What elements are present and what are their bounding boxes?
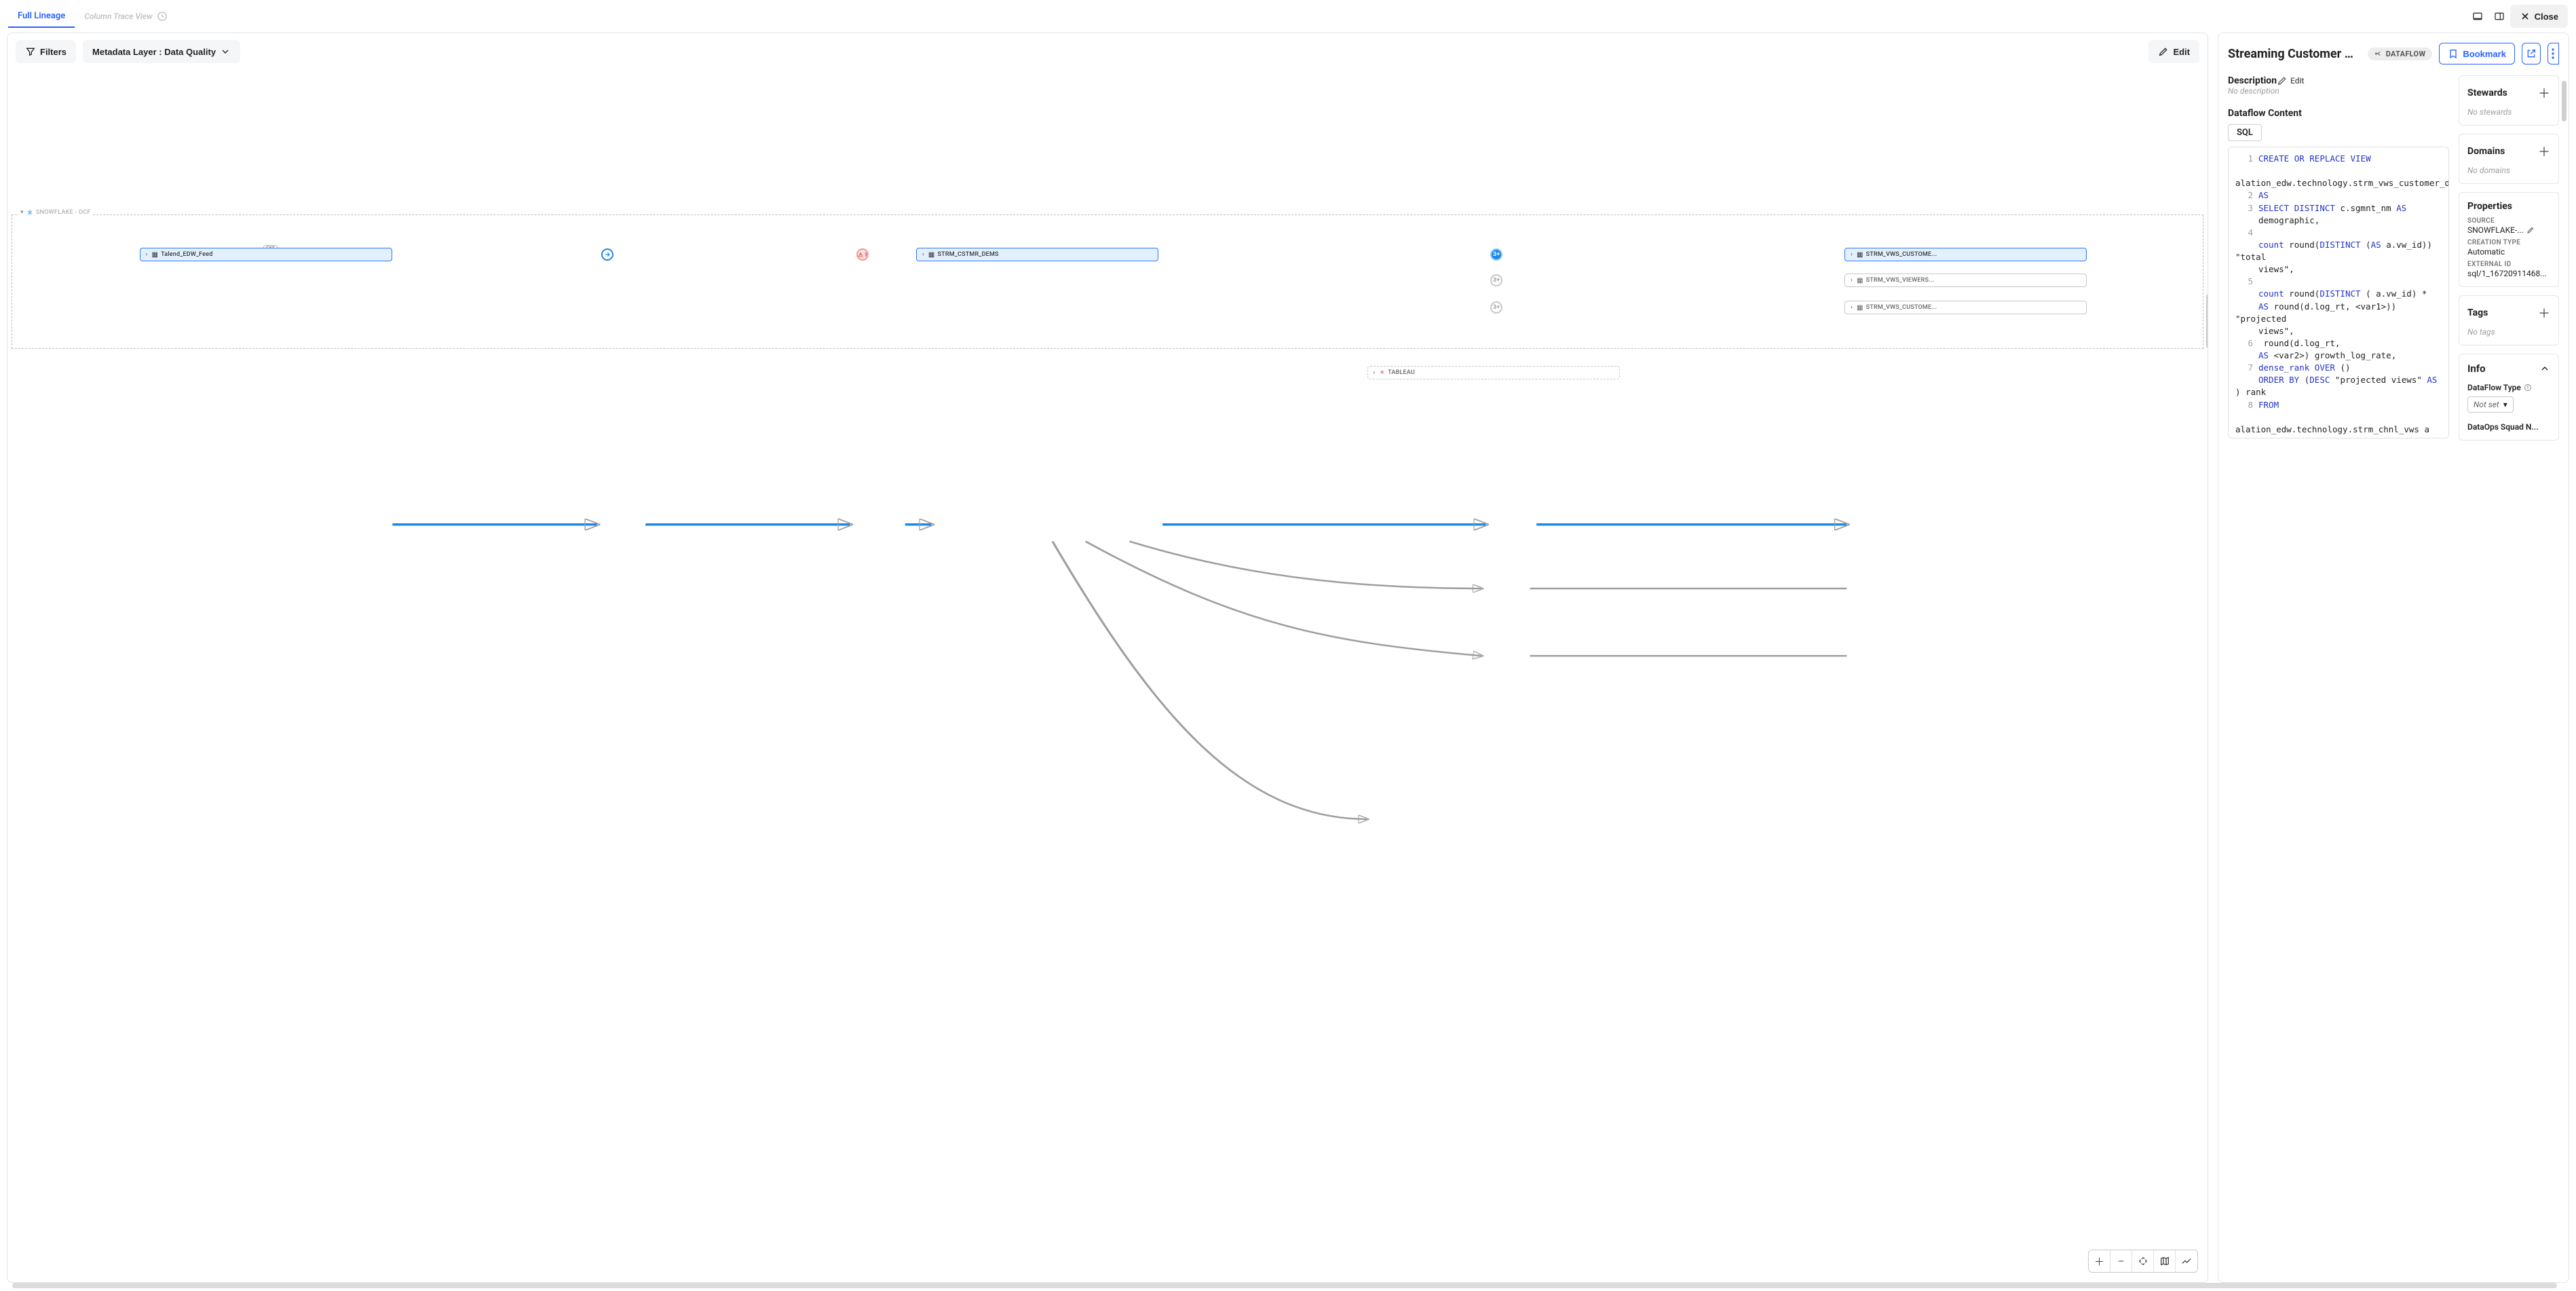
dataflow-content-title: Dataflow Content — [2228, 108, 2449, 119]
tab-full-lineage[interactable]: Full Lineage — [8, 5, 75, 28]
info-icon — [2524, 383, 2532, 392]
info-card: Info DataFlow Type Not set ▾ DataOp — [2459, 354, 2559, 441]
properties-creation-value: Automatic — [2467, 247, 2550, 257]
dataflow-type-dropdown[interactable]: Not set ▾ — [2467, 396, 2514, 413]
close-button-label: Close — [2535, 12, 2558, 22]
trend-button[interactable] — [2176, 1250, 2197, 1272]
properties-source-label: SOURCE — [2467, 217, 2550, 225]
canvas-footer-toolbar: ＋ − — [2088, 1250, 2198, 1273]
node-vws-custome-2[interactable]: ›▦STRM_VWS_CUSTOME... — [1844, 301, 2087, 314]
clock-icon — [157, 11, 168, 22]
op-3plus-grey-2[interactable]: 3+ — [1490, 301, 1502, 314]
group-snowflake-label: SNOWFLAKE - OCF — [36, 209, 91, 216]
side-scroll-thumb[interactable] — [2562, 81, 2566, 121]
layout-icon-2[interactable] — [2488, 5, 2510, 27]
side-title: Streaming Customer Repo... — [2228, 47, 2361, 61]
bookmark-icon — [2448, 48, 2459, 59]
bottom-scrollbar[interactable] — [12, 1283, 2557, 1288]
domains-card: Domains ＋ No domains — [2459, 134, 2559, 184]
info-title: Info — [2467, 362, 2486, 375]
properties-creation-label: CREATION TYPE — [2467, 239, 2550, 246]
minimap-button[interactable] — [2154, 1250, 2176, 1272]
snowflake-icon — [26, 209, 33, 216]
properties-card: Properties SOURCE SNOWFLAKE-... CREATION… — [2459, 192, 2559, 287]
close-button[interactable]: Close — [2510, 5, 2568, 28]
properties-external-value: sql/1_16720911468... — [2467, 269, 2550, 278]
tab-column-trace-label: Column Trace View — [84, 12, 152, 21]
zoom-fit-button[interactable] — [2132, 1250, 2154, 1272]
info-dataflow-type-label: DataFlow Type — [2467, 383, 2521, 392]
pencil-icon — [2158, 46, 2169, 57]
lineage-canvas[interactable]: Filters Metadata Layer : Data Quality Ed… — [7, 33, 2208, 1283]
close-icon — [2520, 11, 2531, 22]
node-strm-cstmr[interactable]: ›▦STRM_CSTMR_DEMS — [916, 248, 1158, 261]
caret-down-icon: ▾ — [2503, 400, 2507, 409]
filters-button[interactable]: Filters — [16, 40, 76, 63]
op-3plus-grey-1[interactable]: 3+ — [1490, 274, 1502, 286]
tags-add[interactable]: ＋ — [2538, 304, 2550, 322]
stewards-card: Stewards ＋ No stewards — [2459, 75, 2559, 126]
pane-resize-thumb[interactable] — [2206, 294, 2208, 348]
edit-label: Edit — [2173, 47, 2190, 57]
node-tableau[interactable]: ›✶TABLEAU — [1367, 366, 1621, 379]
bookmark-label: Bookmark — [2463, 49, 2506, 59]
expander-caret-icon[interactable]: ▾ — [20, 209, 24, 216]
tags-title: Tags — [2467, 307, 2488, 318]
filter-icon — [25, 46, 36, 57]
stewards-add[interactable]: ＋ — [2538, 84, 2550, 102]
zoom-in-button[interactable]: ＋ — [2089, 1250, 2110, 1272]
node-vws-custome[interactable]: ›▦STRM_VWS_CUSTOME... — [1844, 248, 2087, 261]
chevron-down-icon — [220, 46, 231, 57]
more-actions-button[interactable] — [2547, 43, 2559, 64]
tab-column-trace[interactable]: Column Trace View — [75, 5, 176, 27]
dataflow-chip: DATAFLOW — [2368, 48, 2433, 60]
edit-canvas-button[interactable]: Edit — [2148, 40, 2199, 63]
sql-tab[interactable]: SQL — [2228, 124, 2262, 141]
stewards-placeholder: No stewards — [2467, 107, 2550, 117]
description-placeholder: No description — [2228, 86, 2449, 96]
tags-card: Tags ＋ No tags — [2459, 295, 2559, 345]
properties-title: Properties — [2467, 201, 2512, 212]
bookmark-button[interactable]: Bookmark — [2439, 43, 2515, 64]
description-title: Description — [2228, 75, 2277, 86]
properties-source-value: SNOWFLAKE-... — [2467, 225, 2524, 235]
info-dataops-label: DataOps Squad N... — [2467, 422, 2550, 432]
zoom-out-button[interactable]: − — [2110, 1250, 2132, 1272]
external-link-icon — [2526, 48, 2537, 59]
domains-placeholder: No domains — [2467, 166, 2550, 175]
properties-external-label: EXTERNAL ID — [2467, 261, 2550, 268]
node-talend[interactable]: ›▦Talend_EDW_Feed — [140, 248, 393, 261]
pencil-icon[interactable] — [2526, 226, 2535, 234]
pencil-icon — [2277, 75, 2288, 86]
layout-icon-1[interactable] — [2467, 5, 2488, 27]
metadata-layer-dropdown[interactable]: Metadata Layer : Data Quality — [83, 40, 240, 63]
filters-label: Filters — [40, 47, 67, 57]
chevron-up-icon[interactable] — [2539, 363, 2550, 374]
domains-add[interactable]: ＋ — [2538, 143, 2550, 160]
sql-code-block: 1CREATE OR REPLACE VIEW alation_edw.tech… — [2228, 147, 2449, 438]
domains-title: Domains — [2467, 146, 2505, 157]
description-edit[interactable]: Edit — [2277, 75, 2304, 86]
kebab-icon — [2552, 48, 2554, 59]
metadata-layer-label: Metadata Layer : Data Quality — [92, 47, 216, 57]
side-panel: Streaming Customer Repo... DATAFLOW Book… — [2218, 33, 2569, 1283]
dataflow-icon — [2374, 50, 2383, 58]
node-vws-viewers[interactable]: ›▦STRM_VWS_VIEWERS... — [1844, 274, 2087, 287]
tags-placeholder: No tags — [2467, 327, 2550, 337]
open-external-button[interactable] — [2522, 43, 2541, 64]
op-3plus-blue[interactable]: 3+ — [1490, 248, 1502, 261]
stewards-title: Stewards — [2467, 88, 2507, 98]
